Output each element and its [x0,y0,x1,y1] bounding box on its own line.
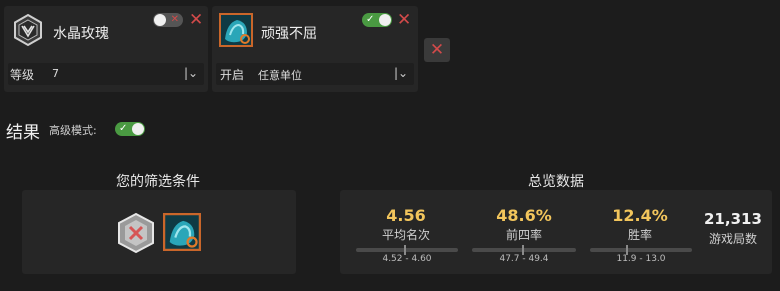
conditions-panel-title: 您的筛选条件 [116,174,200,190]
conditions-panel [22,190,296,274]
filter-card-unyielding: 顽强不屈 ✓ ✕ 开启 任意单位 |⌄ [212,6,418,92]
avg-placement-stat: 4.56 平均名次 [358,206,454,243]
chevron-down-icon: |⌄ [394,66,409,80]
unyielding-portrait-icon [163,213,201,251]
check-mark-icon: ✓ [366,14,375,25]
stat-label: 平均名次 [381,228,430,242]
stat-label: 胜率 [627,228,652,242]
crystal-rose-disabled-icon [118,212,154,254]
confidence-range-bar [590,245,692,255]
stat-value: 12.4% [612,206,668,225]
select-label: 等级 [10,68,35,82]
overview-panel-title: 总览数据 [528,174,584,190]
stat-label: 前四率 [505,228,542,242]
confidence-range-text: 4.52 - 4.60 [382,254,432,264]
select-value: 任意单位 [258,69,302,82]
filter-card-crystal-rose: 水晶玫瑰 ✕ ✕ 等级 7 |⌄ [4,6,208,92]
toggle-knob [379,14,391,26]
confidence-range-text: 47.7 - 49.4 [499,254,549,264]
win-rate-stat: 12.4% 胜率 [592,206,688,243]
select-label: 开启 [220,68,245,82]
stat-value: 21,313 [704,210,762,228]
stat-value: 4.56 [386,206,426,225]
filter-enable-toggle[interactable]: ✓ [362,13,392,27]
remove-filter-x-button[interactable]: ✕ [189,12,203,29]
filter-name: 顽强不屈 [261,26,317,42]
level-select[interactable]: 等级 7 |⌄ [8,63,204,85]
x-mark-icon: ✕ [170,14,179,25]
stat-label: 游戏局数 [708,232,757,246]
unyielding-portrait-icon [219,13,253,47]
select-value: 7 [52,67,59,80]
trigger-select[interactable]: 开启 任意单位 |⌄ [216,63,414,85]
confidence-range-bar [472,245,576,255]
confidence-range-text: 11.9 - 13.0 [616,254,666,264]
advanced-mode-toggle[interactable]: ✓ [115,122,145,136]
results-title: 结果 [6,123,40,143]
clear-filters-button[interactable]: ✕ [424,38,450,62]
check-mark-icon: ✓ [119,123,128,134]
games-count-stat: 21,313 游戏局数 [704,210,762,247]
advanced-mode-label: 高级模式: [49,124,97,137]
stat-value: 48.6% [496,206,552,225]
confidence-range-bar [356,245,458,255]
filter-enable-toggle[interactable]: ✕ [153,13,183,27]
top4-rate-stat: 48.6% 前四率 [474,206,574,243]
crystal-rose-emblem-icon [14,13,42,47]
toggle-knob [132,123,144,135]
chevron-down-icon: |⌄ [184,66,199,80]
remove-filter-x-button[interactable]: ✕ [397,12,411,29]
filter-name: 水晶玫瑰 [53,26,109,42]
toggle-knob [154,14,166,26]
